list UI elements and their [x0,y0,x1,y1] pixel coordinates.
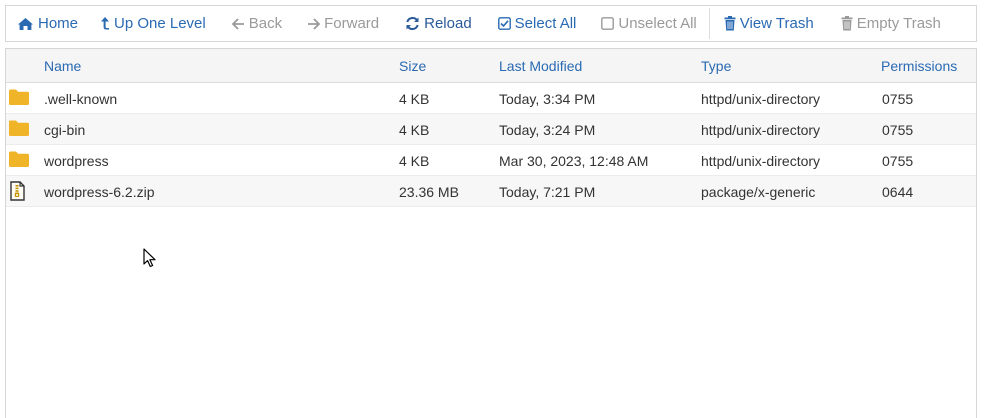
mouse-pointer-icon [143,248,157,271]
file-name: cgi-bin [44,122,86,138]
reload-icon [405,16,420,31]
arrow-left-icon [231,17,245,30]
file-list-table: Name Size Last Modified Type Permissions… [5,48,977,418]
file-permissions: 0644 [882,184,914,200]
trash-icon [724,16,736,31]
column-header-permissions[interactable]: Permissions [881,58,957,74]
arrow-up-icon [100,16,110,31]
table-header: Name Size Last Modified Type Permissions [6,49,976,83]
file-last-modified: Mar 30, 2023, 12:48 AM [499,153,649,169]
column-header-size[interactable]: Size [399,58,426,74]
table-row[interactable]: wordpress 4 KB Mar 30, 2023, 12:48 AM ht… [6,145,976,176]
toolbar-divider [708,8,710,39]
folder-icon [9,89,29,108]
column-header-last-modified[interactable]: Last Modified [499,58,582,74]
back-button[interactable]: Back [231,6,282,41]
file-size: 4 KB [399,91,430,107]
file-size: 4 KB [399,122,430,138]
file-permissions: 0755 [882,122,914,138]
file-last-modified: Today, 3:24 PM [499,122,596,138]
table-row[interactable]: cgi-bin 4 KB Today, 3:24 PM httpd/unix-d… [6,114,976,145]
zip-file-icon [10,181,25,204]
home-icon [17,17,34,31]
folder-icon [9,151,29,170]
empty-checkbox-icon [601,17,615,30]
table-row[interactable]: .well-known 4 KB Today, 3:34 PM httpd/un… [6,83,976,114]
column-header-name[interactable]: Name [44,58,81,74]
reload-button[interactable]: Reload [405,6,472,41]
file-name: wordpress-6.2.zip [44,184,155,200]
file-type: package/x-generic [701,184,816,200]
file-permissions: 0755 [882,153,914,169]
select-all-button[interactable]: Select All [497,6,576,41]
empty-trash-button[interactable]: Empty Trash [841,6,941,41]
file-name: wordpress [44,153,109,169]
trash-icon [841,16,853,31]
file-type: httpd/unix-directory [701,91,821,107]
forward-button[interactable]: Forward [307,6,379,41]
arrow-right-icon [307,17,321,30]
up-one-level-button[interactable]: Up One Level [100,6,206,41]
file-size: 23.36 MB [399,184,459,200]
table-row[interactable]: wordpress-6.2.zip 23.36 MB Today, 7:21 P… [6,176,976,207]
file-type: httpd/unix-directory [701,153,821,169]
unselect-all-button[interactable]: Unselect All [601,6,697,41]
file-name: .well-known [44,91,118,107]
file-last-modified: Today, 7:21 PM [499,184,596,200]
file-permissions: 0755 [882,91,914,107]
file-size: 4 KB [399,153,430,169]
file-manager-toolbar: Home Up One Level Back Forward Reload Se… [5,5,977,42]
folder-icon [9,120,29,139]
column-header-type[interactable]: Type [701,58,731,74]
view-trash-button[interactable]: View Trash [724,6,814,41]
file-type: httpd/unix-directory [701,122,821,138]
file-last-modified: Today, 3:34 PM [499,91,596,107]
checked-checkbox-icon [497,17,511,30]
home-button[interactable]: Home [17,6,78,41]
